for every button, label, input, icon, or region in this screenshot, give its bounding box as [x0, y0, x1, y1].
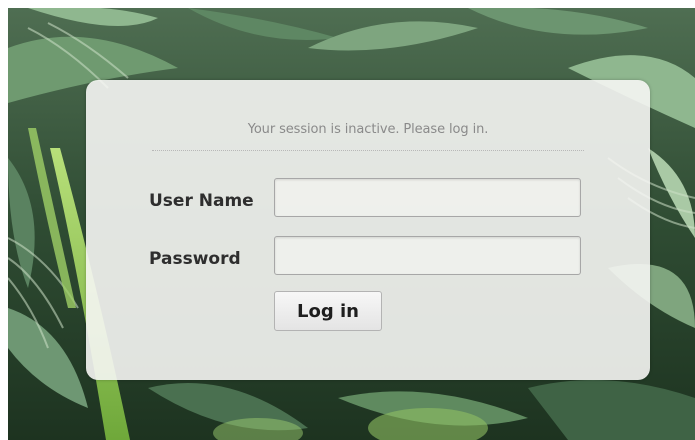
login-screen: Your session is inactive. Please log in.… [0, 0, 695, 440]
log-in-button[interactable]: Log in [274, 291, 382, 331]
username-label: User Name [149, 191, 254, 211]
dotted-divider [152, 150, 584, 151]
username-input[interactable] [274, 178, 581, 217]
password-label: Password [149, 249, 241, 269]
login-panel: Your session is inactive. Please log in.… [86, 80, 650, 380]
password-input[interactable] [274, 236, 581, 275]
session-message: Your session is inactive. Please log in. [247, 122, 489, 137]
